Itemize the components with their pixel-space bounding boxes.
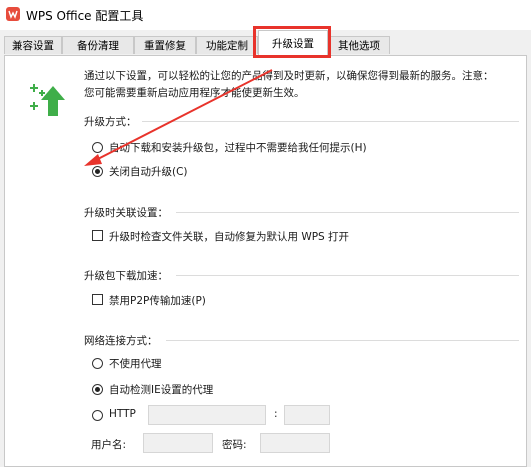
tab-feature-custom[interactable]: 功能定制 xyxy=(196,36,258,54)
radio-auto-download[interactable] xyxy=(92,142,103,153)
download-accel-divider xyxy=(176,275,519,276)
username-label: 用户名: xyxy=(91,439,127,451)
http-proxy-label[interactable]: HTTP xyxy=(109,408,136,420)
file-assoc-label[interactable]: 升级时检查文件关联，自动修复为默认用 WPS 打开 xyxy=(109,229,349,244)
upgrade-description: 通过以下设置，可以轻松的让您的产品得到及时更新，以确保您得到最新的服务。注意： … xyxy=(84,68,494,102)
title-bar: WPS Office 配置工具 xyxy=(0,0,531,30)
upgrade-mode-divider xyxy=(142,121,519,122)
tab-reset-repair[interactable]: 重置修复 xyxy=(134,36,196,54)
network-label: 网络连接方式： xyxy=(84,335,158,347)
username-input[interactable] xyxy=(143,433,213,453)
window-title: WPS Office 配置工具 xyxy=(26,9,144,23)
auto-download-label[interactable]: 自动下载和安装升级包，过程中不需要给我任何提示(H) xyxy=(109,140,367,155)
tab-upgrade-settings[interactable]: 升级设置 xyxy=(258,30,328,56)
checkbox-disable-p2p[interactable] xyxy=(92,294,103,305)
checkbox-file-assoc[interactable] xyxy=(92,230,103,241)
http-host-input[interactable] xyxy=(148,405,266,425)
password-input[interactable] xyxy=(260,433,330,453)
disable-p2p-label[interactable]: 禁用P2P传输加速(P) xyxy=(109,293,206,308)
description-line-2: 您可能需要重新启动应用程序才能使更新生效。 xyxy=(84,87,305,99)
password-label: 密码: xyxy=(222,439,247,451)
upgrade-assoc-label: 升级时关联设置： xyxy=(84,207,168,219)
disable-auto-upgrade-label[interactable]: 关闭自动升级(C) xyxy=(109,164,188,179)
http-port-input[interactable] xyxy=(284,405,330,425)
no-proxy-label[interactable]: 不使用代理 xyxy=(109,356,162,371)
network-divider xyxy=(166,340,519,341)
upgrade-mode-label: 升级方式： xyxy=(84,116,137,128)
upgrade-assoc-divider xyxy=(176,212,519,213)
tab-compat-settings[interactable]: 兼容设置 xyxy=(4,36,62,54)
download-accel-label: 升级包下载加速： xyxy=(84,270,168,282)
upgrade-arrow-icon xyxy=(30,84,65,116)
tab-other-options[interactable]: 其他选项 xyxy=(328,36,390,54)
port-separator: : xyxy=(274,408,278,420)
auto-detect-proxy-label[interactable]: 自动检测IE设置的代理 xyxy=(109,382,213,397)
radio-auto-detect-proxy[interactable] xyxy=(92,384,103,395)
radio-http-proxy[interactable] xyxy=(92,410,103,421)
description-line-1: 通过以下设置，可以轻松的让您的产品得到及时更新，以确保您得到最新的服务。注意： xyxy=(84,70,494,82)
tab-backup-cleanup[interactable]: 备份清理 xyxy=(62,36,134,54)
wps-logo-icon xyxy=(6,7,20,21)
radio-no-proxy[interactable] xyxy=(92,358,103,369)
radio-disable-auto-upgrade[interactable] xyxy=(92,166,103,177)
